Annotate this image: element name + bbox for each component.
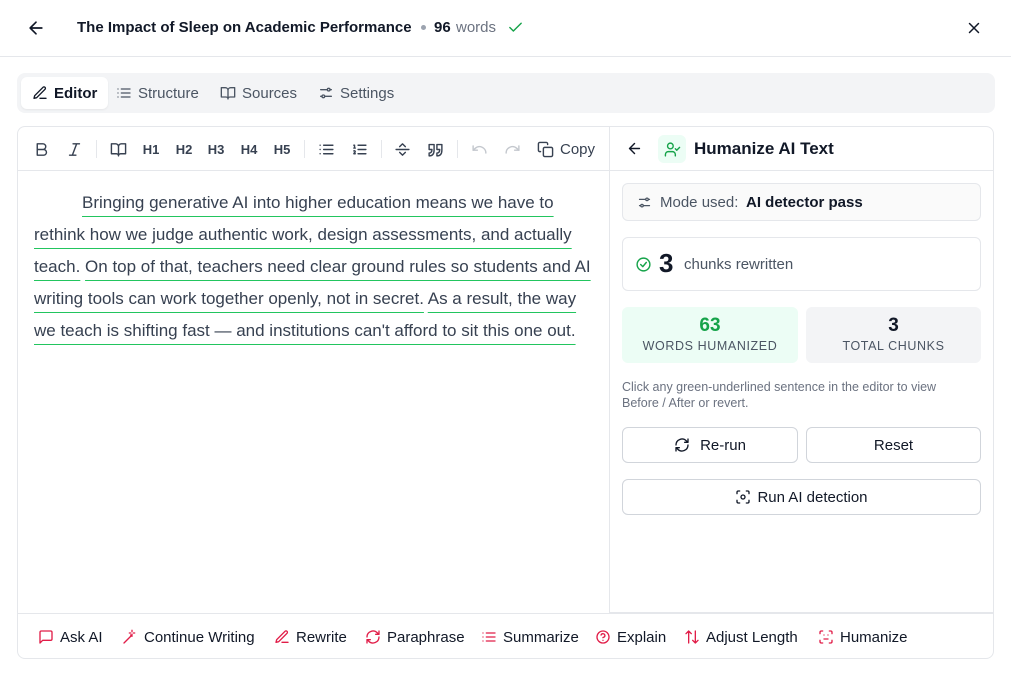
heading-3-icon[interactable]: H3 — [206, 139, 226, 159]
scan-face-icon — [819, 630, 833, 644]
word-count-label: words — [456, 19, 497, 36]
ask-ai-label: Ask AI — [60, 628, 103, 646]
mode-info: Mode used: AI detector pass — [622, 183, 981, 221]
toolbar-divider — [304, 140, 305, 158]
horizontal-rule-icon[interactable] — [392, 139, 412, 159]
continue-writing-label: Continue Writing — [144, 628, 255, 646]
total-chunks-value: 3 — [888, 315, 899, 336]
paraphrase-label: Paraphrase — [387, 628, 465, 646]
bullet-list-icon[interactable] — [316, 139, 336, 159]
tab-label: Structure — [138, 84, 199, 102]
tab-label: Sources — [242, 84, 298, 102]
sliders-icon — [320, 87, 332, 99]
numbered-list-icon[interactable] — [349, 139, 369, 159]
total-chunks-stat: 3 TOTAL CHUNKS — [806, 307, 981, 363]
humanize-button[interactable]: Humanize — [818, 626, 908, 648]
copy-label: Copy — [560, 140, 596, 158]
close-icon[interactable] — [965, 19, 983, 37]
total-chunks-label: TOTAL CHUNKS — [842, 339, 945, 353]
panel-title: Humanize AI Text — [694, 139, 834, 158]
formatting-toolbar: H1 H2 H3 H4 H5 Copy — [18, 127, 610, 171]
undo-icon[interactable] — [469, 139, 489, 159]
editor-content[interactable]: Bringing generative AI into higher educa… — [34, 187, 594, 347]
tab-settings[interactable]: Settings — [307, 77, 405, 109]
heading-4-icon[interactable]: H4 — [239, 139, 259, 159]
chunks-label: chunks rewritten — [684, 256, 794, 273]
editor-panel: H1 H2 H3 H4 H5 Copy Bringing generative … — [17, 126, 610, 613]
check-circle-icon — [635, 256, 652, 273]
explain-label: Explain — [617, 628, 667, 646]
tab-editor[interactable]: Editor — [21, 77, 109, 109]
tab-structure[interactable]: Structure — [105, 77, 210, 109]
rerun-label: Re-run — [700, 436, 746, 454]
separator-dot — [421, 25, 426, 30]
rewrite-label: Rewrite — [296, 628, 347, 646]
reset-button[interactable]: Reset — [806, 427, 981, 463]
copy-icon — [537, 141, 554, 157]
panel-header: Humanize AI Text — [610, 127, 993, 171]
ask-ai-button[interactable]: Ask AI — [38, 626, 103, 648]
rewrite-button[interactable]: Rewrite — [274, 626, 347, 648]
saved-check-icon — [507, 19, 524, 36]
toolbar-divider — [96, 140, 97, 158]
paraphrase-button[interactable]: Paraphrase — [365, 626, 465, 648]
view-tabs: Editor Structure Sources Settings — [17, 73, 995, 113]
rerun-button[interactable]: Re-run — [622, 427, 798, 463]
humanize-label: Humanize — [840, 628, 908, 646]
words-humanized-label: WORDS HUMANIZED — [642, 339, 778, 353]
explain-button[interactable]: Explain — [595, 626, 666, 648]
adjust-length-button[interactable]: Adjust Length — [684, 626, 798, 648]
help-circle-icon — [596, 630, 610, 644]
toolbar-divider — [381, 140, 382, 158]
refresh-icon — [675, 438, 689, 452]
scan-icon — [736, 490, 751, 504]
tab-label: Editor — [54, 84, 98, 102]
list-icon — [117, 88, 131, 98]
tab-sources[interactable]: Sources — [209, 77, 308, 109]
humanize-panel: Humanize AI Text Mode used: AI detector … — [609, 126, 994, 613]
mode-label: Mode used: — [660, 194, 739, 211]
continue-writing-button[interactable]: Continue Writing — [122, 626, 255, 648]
words-humanized-stat: 63 WORDS HUMANIZED — [622, 307, 798, 363]
bold-icon[interactable] — [31, 139, 51, 159]
quote-icon[interactable] — [425, 139, 445, 159]
heading-1-icon[interactable]: H1 — [141, 139, 161, 159]
words-humanized-value: 63 — [699, 315, 721, 336]
sliders-icon — [637, 195, 652, 210]
pencil-icon — [33, 86, 47, 99]
book-open-icon[interactable] — [108, 139, 128, 159]
heading-5-icon[interactable]: H5 — [272, 139, 292, 159]
book-icon — [220, 87, 236, 100]
italic-icon[interactable] — [64, 139, 84, 159]
word-count: 96 — [434, 19, 451, 36]
ai-actions-bar: Ask AI Continue Writing Rewrite Paraphra… — [17, 613, 994, 659]
list-lines-icon — [482, 632, 496, 642]
heading-2-icon[interactable]: H2 — [174, 139, 194, 159]
toolbar-divider — [457, 140, 458, 158]
user-check-icon — [658, 135, 686, 163]
arrows-updown-icon — [685, 630, 699, 644]
magic-wand-icon — [123, 629, 136, 644]
chunks-summary: 3 chunks rewritten — [622, 237, 981, 291]
run-ai-detection-button[interactable]: Run AI detection — [622, 479, 981, 515]
chunks-count: 3 — [659, 248, 674, 278]
back-arrow-icon[interactable] — [26, 18, 46, 38]
reset-label: Reset — [873, 436, 914, 454]
redo-icon[interactable] — [502, 139, 522, 159]
adjust-length-label: Adjust Length — [706, 628, 798, 646]
top-bar: The Impact of Sleep on Academic Performa… — [0, 0, 1011, 57]
run-ai-detection-label: Run AI detection — [757, 488, 868, 506]
refresh-icon — [366, 630, 380, 644]
copy-button[interactable]: Copy — [537, 138, 595, 160]
message-icon — [39, 630, 53, 644]
panel-back-arrow-icon[interactable] — [626, 140, 643, 157]
mode-value: AI detector pass — [746, 194, 863, 211]
summarize-label: Summarize — [503, 628, 579, 646]
pen-icon — [275, 630, 289, 643]
tab-label: Settings — [340, 84, 395, 102]
summarize-button[interactable]: Summarize — [481, 626, 579, 648]
help-text: Click any green-underlined sentence in t… — [622, 380, 937, 410]
document-title: The Impact of Sleep on Academic Performa… — [77, 19, 412, 36]
